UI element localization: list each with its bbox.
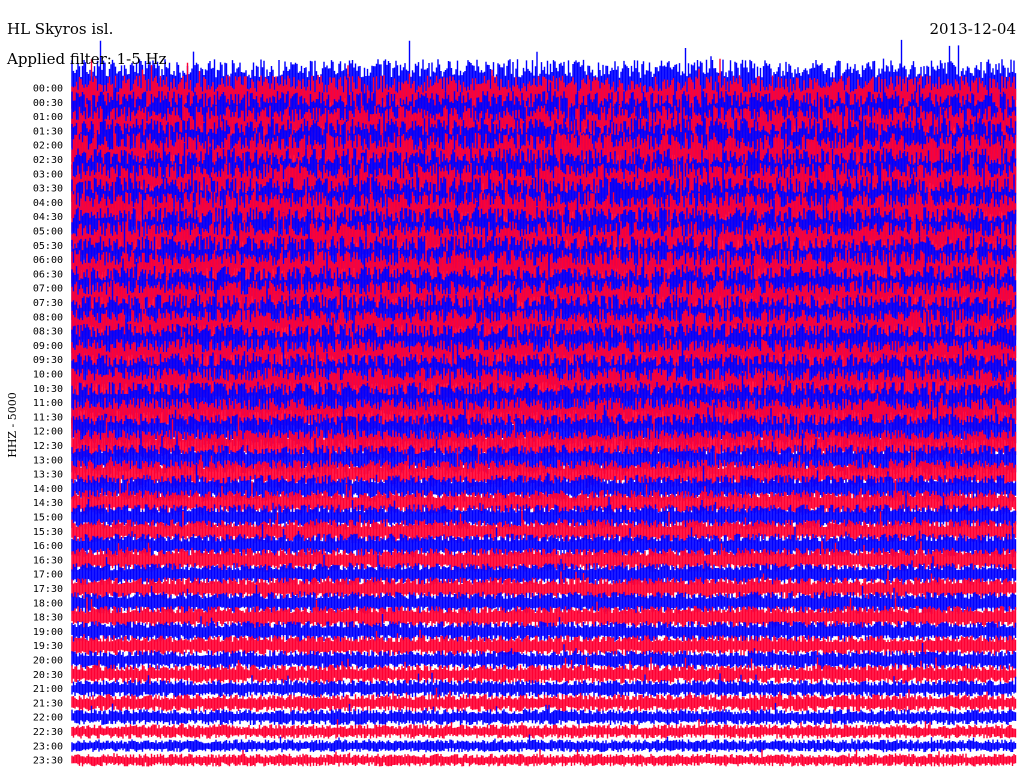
row-time-label: 01:30 (33, 126, 63, 137)
row-time-label: 11:00 (33, 398, 63, 409)
row-time-label: 05:00 (33, 227, 63, 238)
row-time-label: 18:00 (33, 598, 63, 609)
row-time-label: 11:30 (33, 412, 63, 423)
row-time-label: 14:00 (33, 484, 63, 495)
row-time-label: 23:30 (33, 756, 63, 767)
row-time-label: 05:30 (33, 241, 63, 252)
row-time-label: 00:30 (33, 98, 63, 109)
row-time-label: 22:30 (33, 727, 63, 738)
row-time-label: 08:30 (33, 327, 63, 338)
row-time-label: 06:30 (33, 269, 63, 280)
row-time-label: 14:30 (33, 498, 63, 509)
date-label: 2013-12-04 (929, 20, 1016, 38)
row-time-label: 20:00 (33, 656, 63, 667)
row-time-label: 04:00 (33, 198, 63, 209)
station-title: HL Skyros isl. (7, 20, 114, 38)
row-time-label: 17:30 (33, 584, 63, 595)
row-time-label: 09:00 (33, 341, 63, 352)
row-time-label: 07:00 (33, 284, 63, 295)
row-time-label: 18:30 (33, 613, 63, 624)
row-time-label: 23:00 (33, 741, 63, 752)
row-time-label: 21:30 (33, 698, 63, 709)
row-time-label: 20:30 (33, 670, 63, 681)
trace-row (71, 749, 1017, 767)
row-time-label: 19:00 (33, 627, 63, 638)
helicorder-plot: 00:00 00:30 01:00 01:30 02:00 02:30 03:00 03:30… (6, 39, 1017, 767)
row-time-label: 03:00 (33, 169, 63, 180)
row-time-label: 03:30 (33, 184, 63, 195)
row-time-label: 19:30 (33, 641, 63, 652)
row-time-label: 16:00 (33, 541, 63, 552)
row-time-label: 06:00 (33, 255, 63, 266)
row-time-label: 17:00 (33, 570, 63, 581)
row-time-label: 00:00 (33, 84, 63, 95)
row-time-label: 22:00 (33, 713, 63, 724)
row-time-label: 21:00 (33, 684, 63, 695)
row-time-label: 01:00 (33, 112, 63, 123)
row-time-label: 02:00 (33, 141, 63, 152)
row-time-label: 12:30 (33, 441, 63, 452)
row-time-label: 07:30 (33, 298, 63, 309)
row-time-label: 15:00 (33, 513, 63, 524)
row-time-label: 02:30 (33, 155, 63, 166)
row-time-label: 10:00 (33, 370, 63, 381)
row-time-label: 12:00 (33, 427, 63, 438)
row-time-label: 10:30 (33, 384, 63, 395)
row-time-label: 08:00 (33, 312, 63, 323)
y-axis-label: HHZ - 5000 (6, 392, 19, 458)
row-time-label: 04:30 (33, 212, 63, 223)
row-time-label: 16:30 (33, 555, 63, 566)
row-time-label: 09:30 (33, 355, 63, 366)
trace-group (71, 39, 1017, 767)
filter-label: Applied filter: 1-5 Hz (7, 50, 167, 68)
row-time-label: 13:30 (33, 470, 63, 481)
row-time-label: 13:00 (33, 455, 63, 466)
row-time-label: 15:30 (33, 527, 63, 538)
